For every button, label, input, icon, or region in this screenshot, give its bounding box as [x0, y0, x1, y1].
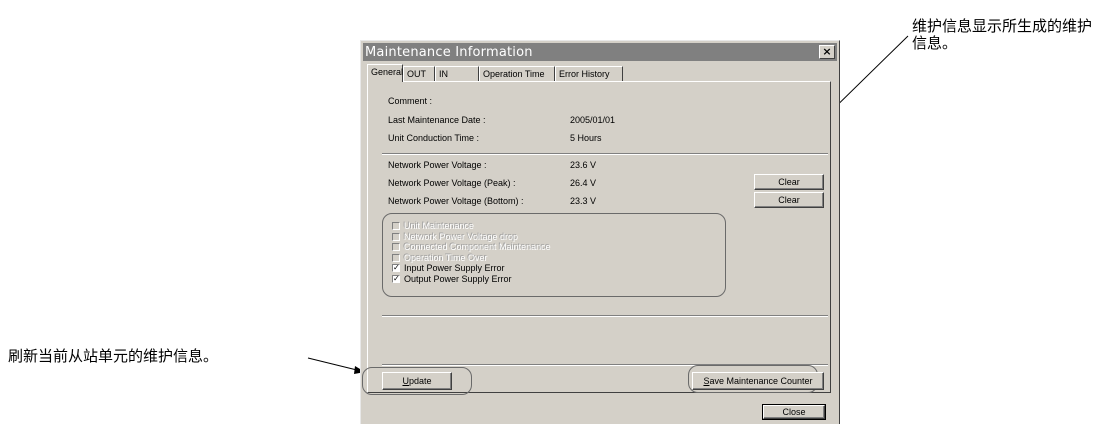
checkbox-label: Connected Component Maintenance	[404, 242, 551, 252]
checkbox-label: Output Power Supply Error	[404, 273, 512, 284]
tab-error-history[interactable]: Error History	[555, 66, 623, 81]
network-power-voltage-label: Network Power Voltage :	[388, 160, 487, 170]
clear-bottom-button[interactable]: Clear	[754, 192, 824, 208]
tab-general[interactable]: General	[367, 64, 403, 82]
last-maintenance-date-value: 2005/01/01	[570, 115, 616, 125]
checkbox-label: Network Power Voltage drop	[404, 231, 519, 242]
clear-peak-button[interactable]: Clear	[754, 174, 824, 190]
checkbox	[392, 232, 400, 241]
network-power-voltage-bottom-label: Network Power Voltage (Bottom) :	[388, 196, 524, 206]
window-title: Maintenance Information	[365, 45, 533, 60]
last-maintenance-date-label: Last Maintenance Date :	[388, 115, 486, 125]
comment-label: Comment :	[388, 96, 433, 106]
network-power-voltage-value: 23.6 V	[570, 160, 597, 170]
unit-conduction-time-label: Unit Conduction Time :	[388, 133, 480, 143]
separator	[382, 153, 828, 155]
network-power-voltage-peak-label: Network Power Voltage (Peak) :	[388, 178, 516, 188]
checkbox	[392, 253, 400, 262]
checkbox-label: Input Power Supply Error	[404, 263, 505, 273]
title-bar[interactable]: Maintenance Information ×	[363, 43, 837, 61]
unit-conduction-time-value: 5 Hours	[570, 133, 602, 143]
checkbox-label: Unit Maintenance	[404, 221, 475, 231]
tab-in[interactable]: IN	[435, 66, 479, 81]
general-tab-panel: Comment : Last Maintenance Date : 2005/0…	[362, 81, 831, 395]
close-button[interactable]: Close	[762, 404, 826, 420]
checkbox	[392, 222, 400, 230]
checkbox	[392, 243, 400, 251]
separator	[382, 315, 828, 317]
checkbox[interactable]: ✓	[392, 264, 400, 272]
checkbox-label: Operation Time Over	[404, 252, 488, 263]
maintenance-information-window: Maintenance Information × General OUT IN…	[360, 40, 840, 424]
tab-out[interactable]: OUT	[403, 66, 435, 81]
close-icon[interactable]: ×	[819, 45, 835, 59]
network-power-voltage-peak-value: 26.4 V	[570, 178, 597, 188]
save-maintenance-counter-button[interactable]: Save Maintenance Counter	[692, 372, 824, 390]
update-label-rest: pdate	[408, 376, 432, 386]
network-power-voltage-bottom-value: 23.3 V	[570, 196, 597, 206]
update-button[interactable]: Update	[382, 372, 452, 390]
checkbox[interactable]: ✓	[392, 274, 400, 283]
save-label-rest: ave Maintenance Counter	[709, 376, 813, 386]
tab-operation-time[interactable]: Operation Time	[479, 66, 555, 81]
